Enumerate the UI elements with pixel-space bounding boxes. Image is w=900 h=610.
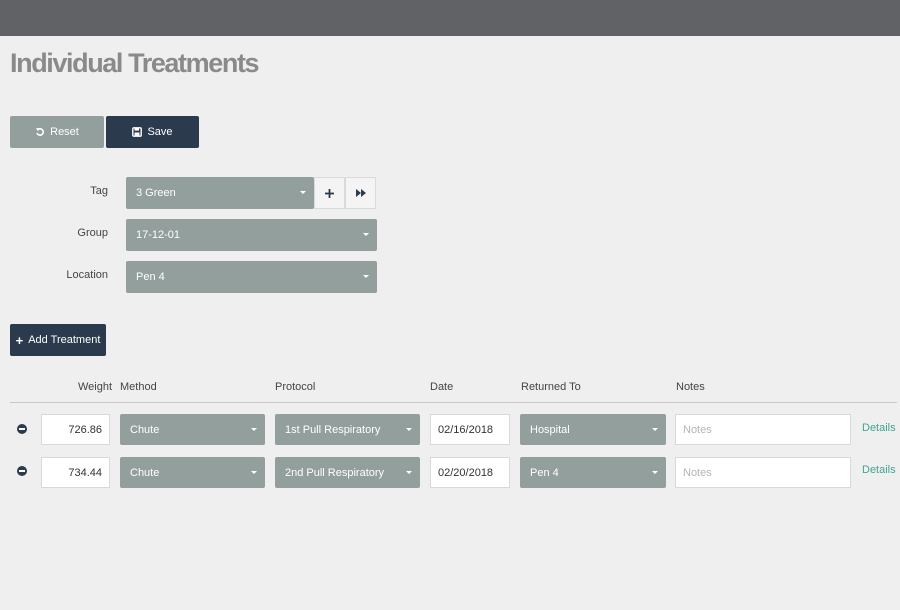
floppy-disk-icon: [132, 127, 143, 137]
fast-forward-icon: [355, 189, 366, 197]
plus-icon: +: [15, 332, 24, 348]
reset-button[interactable]: Reset: [10, 116, 104, 148]
location-label: Location: [66, 269, 108, 281]
returned-to-select[interactable]: Pen 4: [520, 457, 666, 488]
column-header-date: Date: [430, 381, 454, 393]
weight-input[interactable]: 726.86: [41, 414, 110, 445]
protocol-select[interactable]: 1st Pull Respiratory: [275, 414, 420, 445]
date-input[interactable]: 02/16/2018: [430, 414, 510, 445]
undo-icon: [36, 128, 45, 136]
chevron-down-icon: [251, 428, 257, 431]
returned-to-value: Hospital: [530, 423, 570, 436]
group-value: 17-12-01: [136, 229, 181, 241]
top-bar: [0, 0, 900, 36]
column-header-returned-to: Returned To: [521, 381, 581, 393]
reset-label: Reset: [50, 126, 79, 138]
method-select[interactable]: Chute: [120, 414, 265, 445]
chevron-down-icon: [406, 428, 412, 431]
chevron-down-icon: [363, 233, 369, 236]
chevron-down-icon: [652, 471, 658, 474]
tag-select[interactable]: 3 Green: [126, 177, 314, 209]
column-header-notes: Notes: [676, 381, 705, 393]
remove-row-icon[interactable]: [17, 466, 27, 476]
protocol-select[interactable]: 2nd Pull Respiratory: [275, 457, 420, 488]
protocol-value: 2nd Pull Respiratory: [285, 466, 385, 479]
method-value: Chute: [130, 466, 160, 479]
page-title: Individual Treatments: [10, 48, 260, 78]
chevron-down-icon: [300, 191, 306, 194]
weight-input[interactable]: 734.44: [41, 457, 110, 488]
location-select[interactable]: Pen 4: [126, 261, 377, 293]
returned-to-value: Pen 4: [530, 466, 559, 479]
date-input[interactable]: 02/20/2018: [430, 457, 510, 488]
method-value: Chute: [130, 423, 160, 436]
location-value: Pen 4: [136, 271, 165, 283]
next-tag-button[interactable]: [345, 177, 376, 209]
protocol-value: 1st Pull Respiratory: [285, 423, 381, 436]
add-tag-button[interactable]: [314, 177, 345, 209]
group-select[interactable]: 17-12-01: [126, 219, 377, 251]
save-label: Save: [147, 126, 173, 138]
returned-to-select[interactable]: Hospital: [520, 414, 666, 445]
notes-input[interactable]: Notes: [675, 414, 851, 445]
column-header-method: Method: [120, 381, 157, 393]
save-button[interactable]: Save: [106, 116, 199, 148]
add-treatment-button[interactable]: + Add Treatment: [10, 324, 106, 356]
remove-row-icon[interactable]: [17, 424, 27, 434]
details-link[interactable]: Details: [862, 422, 896, 434]
tag-label: Tag: [90, 185, 108, 197]
chevron-down-icon: [363, 275, 369, 278]
plus-icon: [325, 188, 334, 198]
header-divider: [10, 402, 897, 403]
notes-input[interactable]: Notes: [675, 457, 851, 488]
details-link[interactable]: Details: [862, 464, 896, 476]
tag-value: 3 Green: [136, 187, 176, 199]
chevron-down-icon: [406, 471, 412, 474]
add-treatment-label: Add Treatment: [28, 334, 101, 346]
group-label: Group: [77, 227, 108, 239]
column-header-protocol: Protocol: [275, 381, 316, 393]
chevron-down-icon: [652, 428, 658, 431]
column-header-weight: Weight: [78, 381, 113, 393]
method-select[interactable]: Chute: [120, 457, 265, 488]
chevron-down-icon: [251, 471, 257, 474]
